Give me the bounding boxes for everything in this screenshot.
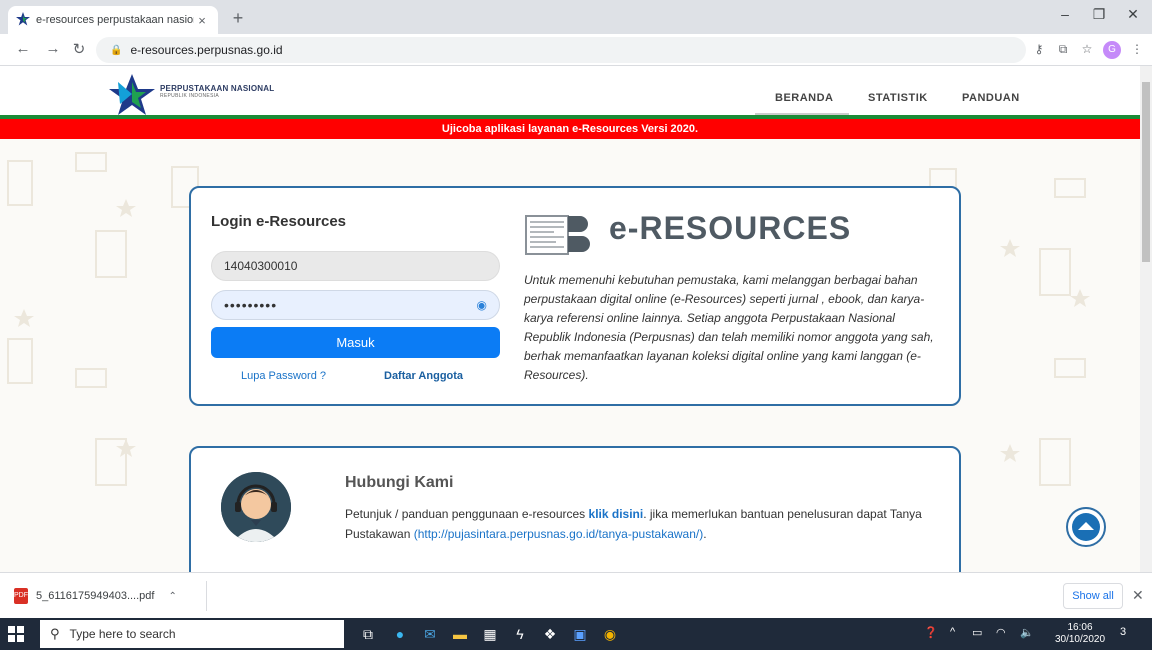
contact-card: Hubungi Kami Petunjuk / panduan pengguna… xyxy=(189,446,961,572)
e-resources-description: Untuk memenuhi kebutuhan pemustaka, kami… xyxy=(524,273,934,382)
page-scrollbar[interactable] xyxy=(1140,66,1152,572)
nav-statistik[interactable]: STATISTIK xyxy=(868,92,928,104)
address-bar[interactable]: 🔒 e-resources.perpusnas.go.id xyxy=(96,37,1026,63)
notification-icon[interactable]: 3 xyxy=(1120,626,1126,638)
help-icon[interactable]: ❓ xyxy=(924,626,938,639)
contact-title: Hubungi Kami xyxy=(345,474,454,491)
browser-tab-strip: e-resources perpustakaan nasion × + – ❐ … xyxy=(0,0,1152,34)
key-icon[interactable]: ⚷ xyxy=(1030,42,1048,56)
clock-date: 30/10/2020 xyxy=(1054,634,1106,645)
minimize-button[interactable]: – xyxy=(1050,6,1080,22)
tray-chevron-up-icon[interactable]: ^ xyxy=(950,626,955,638)
password-mask: ••••••••• xyxy=(224,297,278,313)
reload-icon[interactable]: ↻ xyxy=(68,40,90,58)
site-favicon-star-icon xyxy=(16,11,30,29)
scroll-to-top-button[interactable] xyxy=(1066,507,1106,547)
clock-time: 16:06 xyxy=(1067,622,1093,633)
taskbar-clock[interactable]: 16:06 30/10/2020 xyxy=(1052,622,1108,646)
download-filename: 5_6116175949403....pdf xyxy=(36,590,155,602)
show-password-eye-icon[interactable]: ◉ xyxy=(477,298,487,312)
site-header: PERPUSTAKAAN NASIONAL REPUBLIK INDONESIA… xyxy=(0,66,1140,116)
tab-title: e-resources perpustakaan nasion xyxy=(36,14,194,26)
username-field[interactable]: 14040300010 xyxy=(211,251,500,281)
windows-start-icon[interactable] xyxy=(8,626,24,642)
lock-icon: 🔒 xyxy=(110,44,123,56)
bookmark-star-icon[interactable]: ☆ xyxy=(1078,42,1096,56)
register-link[interactable]: Daftar Anggota xyxy=(384,370,463,382)
support-agent-avatar-icon xyxy=(221,472,291,542)
winamp-icon[interactable]: ϟ xyxy=(510,624,530,644)
dropbox-icon[interactable]: ❖ xyxy=(540,624,560,644)
profile-avatar[interactable]: G xyxy=(1103,41,1121,59)
divider xyxy=(206,581,207,611)
chevron-up-icon[interactable]: ⌃ xyxy=(168,591,176,602)
download-bar: PDF 5_6116175949403....pdf ⌃ Show all ✕ xyxy=(0,572,1152,618)
guide-link[interactable]: klik disini xyxy=(589,507,644,521)
login-button[interactable]: Masuk xyxy=(211,327,500,358)
taskbar-search[interactable]: ⚲ Type here to search xyxy=(40,620,344,648)
store-icon[interactable]: ▦ xyxy=(480,624,500,644)
mail-icon[interactable]: ✉ xyxy=(420,624,440,644)
tab-close-icon[interactable]: × xyxy=(194,13,210,28)
url-text: e-resources.perpusnas.go.id xyxy=(130,43,283,57)
forgot-password-link[interactable]: Lupa Password ? xyxy=(241,370,326,382)
battery-icon[interactable]: ▭ xyxy=(972,626,982,639)
ask-librarian-link[interactable]: (http://pujasintara.perpusnas.go.id/tany… xyxy=(414,527,704,541)
notification-count: 3 xyxy=(1120,626,1127,638)
taskbar-search-placeholder: Type here to search xyxy=(69,627,176,641)
perpusnas-logo-icon[interactable] xyxy=(108,74,156,121)
contact-text-part1: Petunjuk / panduan penggunaan e-resource… xyxy=(345,507,589,521)
task-view-icon[interactable]: ⧉ xyxy=(358,624,378,644)
windows-taskbar: ⚲ Type here to search ⧉ ● ✉ ▬ ▦ ϟ ❖ ▣ ◉ … xyxy=(0,618,1152,650)
app-window-icon[interactable]: ▣ xyxy=(570,624,590,644)
arrow-up-icon xyxy=(1072,513,1100,541)
edge-icon[interactable]: ● xyxy=(390,624,410,644)
browser-toolbar: ← → ↻ 🔒 e-resources.perpusnas.go.id ⚷ ⧉ … xyxy=(0,34,1152,66)
nav-panduan[interactable]: PANDUAN xyxy=(962,92,1020,104)
announcement-banner: Ujicoba aplikasi layanan e-Resources Ver… xyxy=(0,119,1140,139)
download-bar-close-icon[interactable]: ✕ xyxy=(1132,587,1144,604)
volume-icon[interactable]: 🔈 xyxy=(1020,626,1034,639)
logo-title: PERPUSTAKAAN NASIONAL xyxy=(160,84,275,93)
menu-kebab-icon[interactable]: ⋮ xyxy=(1128,42,1146,56)
e-resources-server-icon xyxy=(524,214,590,261)
translate-icon[interactable]: ⧉ xyxy=(1054,42,1072,57)
window-close-button[interactable]: ✕ xyxy=(1118,6,1148,23)
restore-button[interactable]: ❐ xyxy=(1084,6,1114,23)
e-resources-heading: e-RESOURCES xyxy=(609,210,852,246)
forward-arrow-icon[interactable]: → xyxy=(42,40,64,57)
logo-subtitle: REPUBLIK INDONESIA xyxy=(160,93,220,99)
scrollbar-thumb[interactable] xyxy=(1142,82,1150,262)
network-icon[interactable]: ◠ xyxy=(996,626,1006,639)
nav-beranda[interactable]: BERANDA xyxy=(775,92,834,104)
show-all-button[interactable]: Show all xyxy=(1063,583,1123,609)
page-viewport: PERPUSTAKAAN NASIONAL REPUBLIK INDONESIA… xyxy=(0,66,1140,572)
file-explorer-icon[interactable]: ▬ xyxy=(450,624,470,644)
contact-text: Petunjuk / panduan penggunaan e-resource… xyxy=(345,504,935,544)
password-field[interactable]: ••••••••• ◉ xyxy=(211,290,500,320)
pdf-file-icon: PDF xyxy=(14,588,28,604)
contact-text-part3: . xyxy=(703,527,707,541)
new-tab-button[interactable]: + xyxy=(226,8,250,29)
browser-tab[interactable]: e-resources perpustakaan nasion × xyxy=(8,6,218,34)
back-arrow-icon[interactable]: ← xyxy=(12,40,34,57)
chrome-icon[interactable]: ◉ xyxy=(600,624,620,644)
search-icon: ⚲ xyxy=(50,626,60,641)
login-card: Login e-Resources 14040300010 ••••••••• … xyxy=(189,186,961,406)
download-item[interactable]: PDF 5_6116175949403....pdf ⌃ xyxy=(14,585,194,607)
login-title: Login e-Resources xyxy=(211,213,347,230)
